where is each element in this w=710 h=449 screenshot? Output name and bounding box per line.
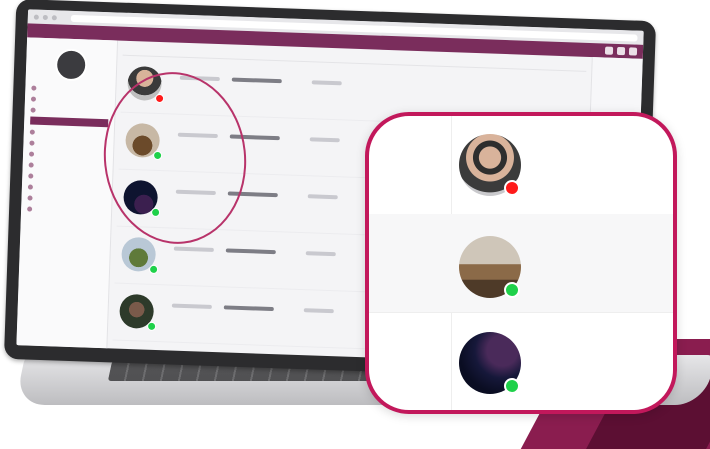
nav-icon [28, 172, 34, 179]
sidebar [16, 37, 119, 349]
search-icon[interactable] [604, 46, 614, 55]
window-minimize-icon[interactable] [42, 14, 48, 20]
sidebar-item[interactable] [28, 160, 107, 171]
sidebar-item[interactable] [27, 193, 105, 204]
notification-icon[interactable] [616, 46, 626, 56]
nav-icon [29, 150, 35, 157]
nav-icon [31, 85, 37, 91]
sidebar-item-active[interactable] [30, 116, 109, 128]
sidebar-item[interactable] [31, 84, 109, 95]
nav-icon [30, 96, 37, 102]
sidebar-item[interactable] [30, 95, 109, 106]
status-dot [146, 321, 157, 332]
zoom-row[interactable] [369, 116, 673, 215]
nav-icon [29, 139, 35, 146]
nav-icon [30, 107, 36, 113]
nav-icon [28, 161, 34, 168]
zoom-row[interactable] [369, 312, 673, 410]
status-dot [504, 378, 520, 394]
sidebar-item[interactable] [28, 171, 106, 182]
zoom-row[interactable] [369, 214, 673, 313]
sidebar-item[interactable] [29, 149, 107, 160]
sidebar-item[interactable] [27, 182, 106, 193]
window-maximize-icon[interactable] [51, 14, 57, 20]
status-dot [504, 282, 520, 298]
nav-icon [27, 194, 33, 201]
status-dot [504, 180, 520, 196]
sidebar-item[interactable] [27, 204, 105, 215]
nav-icon [27, 205, 33, 212]
status-dot [148, 264, 159, 275]
nav-icon [27, 183, 34, 190]
user-avatar[interactable] [54, 48, 88, 82]
nav-icon [30, 117, 36, 124]
sidebar-item[interactable] [29, 127, 108, 138]
sidebar-item[interactable] [29, 138, 107, 149]
sidebar-item[interactable] [30, 106, 108, 117]
nav-icon [29, 128, 35, 135]
window-close-icon[interactable] [33, 14, 39, 20]
zoom-callout [365, 112, 677, 414]
user-menu-icon[interactable] [628, 47, 638, 56]
